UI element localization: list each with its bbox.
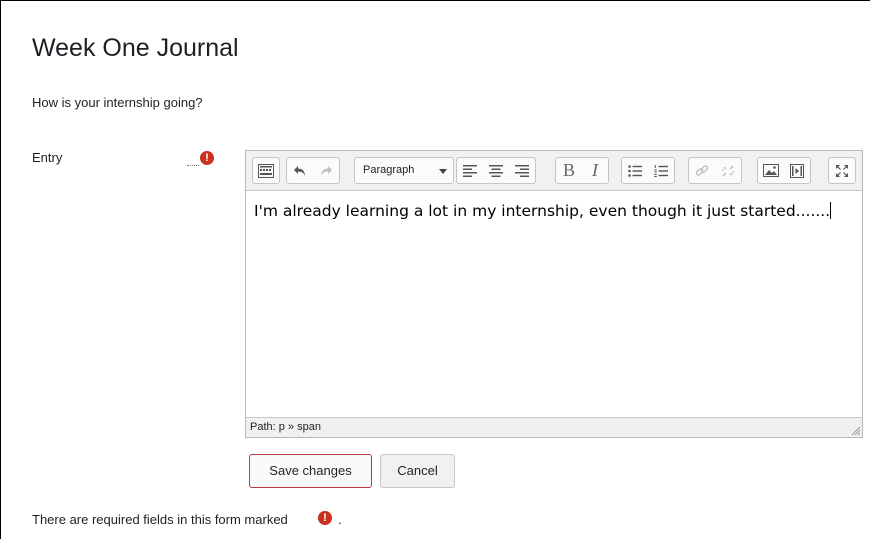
link-icon[interactable]: [691, 160, 713, 182]
entry-editor[interactable]: Paragraph B I I'm already learning a lot…: [245, 150, 863, 438]
editor-text: I'm already learning a lot in my interns…: [254, 202, 831, 220]
bullet-list-icon[interactable]: [624, 160, 646, 182]
toolbar-group-history: [286, 157, 340, 184]
image-icon[interactable]: [760, 160, 782, 182]
required-note-period: .: [338, 512, 342, 527]
block-format-select[interactable]: Paragraph: [354, 157, 454, 184]
toolbar-group-fullscreen: [828, 157, 856, 184]
chevron-down-icon: [439, 169, 447, 174]
toolbar-group-links: [688, 157, 742, 184]
entry-label: Entry: [32, 150, 63, 165]
align-right-icon[interactable]: [511, 160, 533, 182]
cancel-button[interactable]: Cancel: [380, 454, 455, 488]
bold-icon[interactable]: B: [558, 160, 580, 182]
unlink-icon[interactable]: [717, 160, 739, 182]
align-left-icon[interactable]: [459, 160, 481, 182]
undo-icon[interactable]: [289, 160, 311, 182]
editor-path: Path: p » span: [250, 421, 321, 433]
resize-handle-icon[interactable]: [849, 424, 861, 436]
required-fields-note: There are required fields in this form m…: [32, 512, 288, 527]
toolbar-group-align: [456, 157, 536, 184]
journal-question: How is your internship going?: [32, 95, 203, 110]
toolbar-toggle-icon[interactable]: [255, 160, 277, 182]
italic-icon[interactable]: I: [584, 160, 606, 182]
toolbar-group-toggle: [252, 157, 280, 184]
align-center-icon[interactable]: [485, 160, 507, 182]
save-changes-button[interactable]: Save changes: [249, 454, 372, 488]
toolbar-group-style: B I: [555, 157, 609, 184]
required-legend-icon: !: [318, 511, 332, 525]
editor-statusbar: Path: p » span: [246, 417, 862, 437]
numbered-list-icon[interactable]: [650, 160, 672, 182]
label-dots: [187, 165, 199, 166]
text-cursor: [830, 202, 832, 219]
editor-content-area[interactable]: I'm already learning a lot in my interns…: [246, 192, 862, 416]
toolbar-group-media: [757, 157, 811, 184]
redo-icon[interactable]: [315, 160, 337, 182]
toolbar-group-lists: [621, 157, 675, 184]
required-icon: !: [200, 151, 214, 165]
fullscreen-icon[interactable]: [831, 160, 853, 182]
editor-toolbar: Paragraph B I: [246, 151, 862, 191]
block-format-value: Paragraph: [363, 164, 415, 176]
media-icon[interactable]: [786, 160, 808, 182]
page-title: Week One Journal: [32, 34, 239, 62]
